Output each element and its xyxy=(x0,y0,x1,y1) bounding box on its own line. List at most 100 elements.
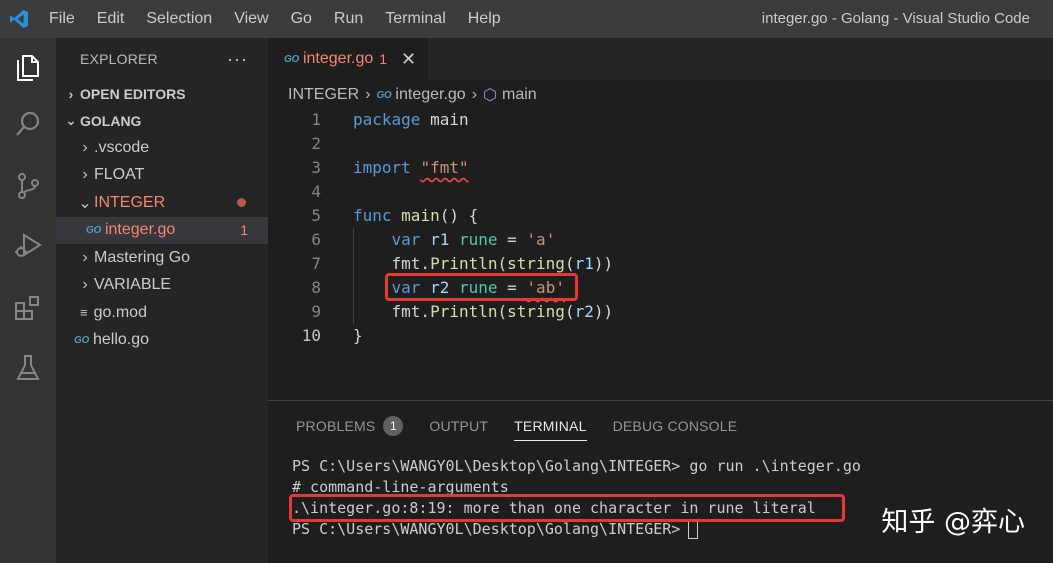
chevron-down-icon: ⌄ xyxy=(78,194,92,212)
code-text: } xyxy=(353,326,363,345)
close-icon[interactable]: ✕ xyxy=(401,49,416,70)
chevron-right-icon: › xyxy=(68,85,74,102)
code-line: 4 xyxy=(268,180,1053,204)
chevron-right-icon: › xyxy=(82,138,88,156)
tab-debug-console[interactable]: DEBUG CONSOLE xyxy=(613,401,738,451)
more-actions-icon[interactable]: ··· xyxy=(227,49,248,70)
menu-bar: File Edit Selection View Go Run Terminal… xyxy=(38,0,512,38)
code-text: func main() { xyxy=(353,206,479,225)
code-line: 10 } xyxy=(268,324,1053,348)
line-number: 9 xyxy=(311,302,321,321)
chevron-right-icon: › xyxy=(82,248,88,266)
chevron-down-icon: ⌄ xyxy=(65,112,77,128)
tab-output[interactable]: OUTPUT xyxy=(429,401,488,451)
tree-item-integer-go[interactable]: GO integer.go 1 xyxy=(56,216,268,244)
open-editors-section[interactable]: › OPEN EDITORS xyxy=(56,80,268,107)
workspace-label: GOLANG xyxy=(80,112,142,129)
tab-problems[interactable]: PROBLEMS 1 xyxy=(296,401,404,451)
breadcrumb-symbol[interactable]: main xyxy=(502,86,537,104)
extensions-icon[interactable] xyxy=(8,288,48,328)
explorer-header: EXPLORER ··· xyxy=(56,38,268,80)
code-text: var r1 rune = 'a' xyxy=(391,230,556,249)
open-editors-label: OPEN EDITORS xyxy=(80,85,186,102)
menu-edit[interactable]: Edit xyxy=(86,0,136,38)
menu-run[interactable]: Run xyxy=(323,0,374,38)
go-file-icon: GO xyxy=(376,89,392,101)
tree-item-mastering-go[interactable]: › Mastering Go xyxy=(56,244,268,272)
tree-item-label: Mastering Go xyxy=(94,248,191,266)
tab-integer-go[interactable]: GO integer.go 1 ✕ xyxy=(268,38,428,80)
menu-view[interactable]: View xyxy=(223,0,279,38)
error-highlight-box xyxy=(289,494,845,522)
source-control-icon[interactable] xyxy=(8,166,48,206)
line-number: 5 xyxy=(311,206,321,225)
window-title: integer.go - Golang - Visual Studio Code xyxy=(761,10,1030,27)
code-text: fmt.Println(string(r2)) xyxy=(391,302,614,321)
run-debug-icon[interactable] xyxy=(8,226,48,266)
line-number: 2 xyxy=(311,134,321,153)
menu-selection[interactable]: Selection xyxy=(135,0,223,38)
code-line: 2 xyxy=(268,132,1053,156)
tree-item-label: INTEGER xyxy=(94,193,166,211)
testing-flask-icon[interactable] xyxy=(8,348,48,388)
line-number: 8 xyxy=(311,278,321,297)
tree-item-label: hello.go xyxy=(92,331,150,349)
tree-item-integer[interactable]: ⌄ INTEGER xyxy=(56,189,268,217)
go-file-icon: GO xyxy=(74,334,89,346)
explorer-title: EXPLORER xyxy=(80,51,158,67)
terminal-line: PS C:\Users\WANGY0L\Desktop\Golang\INTEG… xyxy=(292,457,861,475)
line-number: 10 xyxy=(301,326,321,345)
tree-item-hello-go[interactable]: GO hello.go xyxy=(56,327,268,355)
error-dot-badge xyxy=(237,198,246,208)
tree-item-label: .vscode xyxy=(94,138,150,156)
search-icon[interactable] xyxy=(8,104,48,144)
workspace-section[interactable]: ⌄ GOLANG xyxy=(56,107,268,134)
breadcrumb: INTEGER › GO integer.go › ⬡ main xyxy=(268,80,1053,110)
line-number: 6 xyxy=(311,230,321,249)
tree-item-vscode[interactable]: › .vscode xyxy=(56,134,268,162)
error-highlight-box xyxy=(385,273,578,301)
tab-terminal[interactable]: TERMINAL xyxy=(514,401,587,451)
file-lines-icon: ≡ xyxy=(80,305,88,321)
go-file-icon: GO xyxy=(284,53,299,65)
breadcrumb-folder[interactable]: INTEGER xyxy=(288,86,359,104)
menu-terminal[interactable]: Terminal xyxy=(374,0,456,38)
code-editor[interactable]: 1 package main 2 3 import "fmt" 4 5 func… xyxy=(268,108,1053,398)
tree-item-label: FLOAT xyxy=(94,166,145,184)
breadcrumb-file[interactable]: integer.go xyxy=(395,86,465,104)
code-line: 5 func main() { xyxy=(268,204,1053,228)
terminal-prompt-line: PS C:\Users\WANGY0L\Desktop\Golang\INTEG… xyxy=(292,519,861,540)
menu-help[interactable]: Help xyxy=(457,0,512,38)
tree-item-go-mod[interactable]: ≡ go.mod xyxy=(56,299,268,327)
line-number: 7 xyxy=(311,254,321,273)
line-number: 3 xyxy=(311,158,321,177)
code-line: 9 fmt.Println(string(r2)) xyxy=(268,300,1053,324)
symbol-method-icon: ⬡ xyxy=(483,87,497,104)
menu-go[interactable]: Go xyxy=(280,0,323,38)
line-number: 1 xyxy=(311,110,321,129)
code-line: 6 var r1 rune = 'a' xyxy=(268,228,1053,252)
vscode-logo-icon xyxy=(0,0,38,38)
menu-file[interactable]: File xyxy=(38,0,86,38)
tab-problem-count: 1 xyxy=(379,51,388,67)
tree-item-float[interactable]: › FLOAT xyxy=(56,162,268,190)
go-file-icon: GO xyxy=(86,224,101,236)
tree-item-label: integer.go xyxy=(104,221,176,239)
tree-item-variable[interactable]: › VARIABLE xyxy=(56,272,268,300)
chevron-right-icon: › xyxy=(82,166,88,184)
chevron-right-icon: › xyxy=(365,86,371,103)
editor-tabs: GO integer.go 1 ✕ xyxy=(268,38,1053,80)
explorer-icon[interactable] xyxy=(8,46,48,86)
code-line: 1 package main xyxy=(268,108,1053,132)
tree-item-label: VARIABLE xyxy=(94,276,172,294)
code-line: 7 fmt.Println(string(r1)) xyxy=(268,252,1053,276)
terminal-cursor xyxy=(688,520,699,539)
watermark: 知乎 @弈心 xyxy=(881,507,1025,538)
tree-item-label: go.mod xyxy=(93,303,147,321)
code-text: package main xyxy=(353,110,469,129)
activity-bar xyxy=(0,38,56,563)
explorer-sidebar: EXPLORER ··· › OPEN EDITORS ⌄ GOLANG › .… xyxy=(56,38,268,563)
problems-count-badge: 1 xyxy=(383,416,404,436)
code-line: 3 import "fmt" xyxy=(268,156,1053,180)
panel-tabs: PROBLEMS 1 OUTPUT TERMINAL DEBUG CONSOLE xyxy=(268,401,1053,451)
